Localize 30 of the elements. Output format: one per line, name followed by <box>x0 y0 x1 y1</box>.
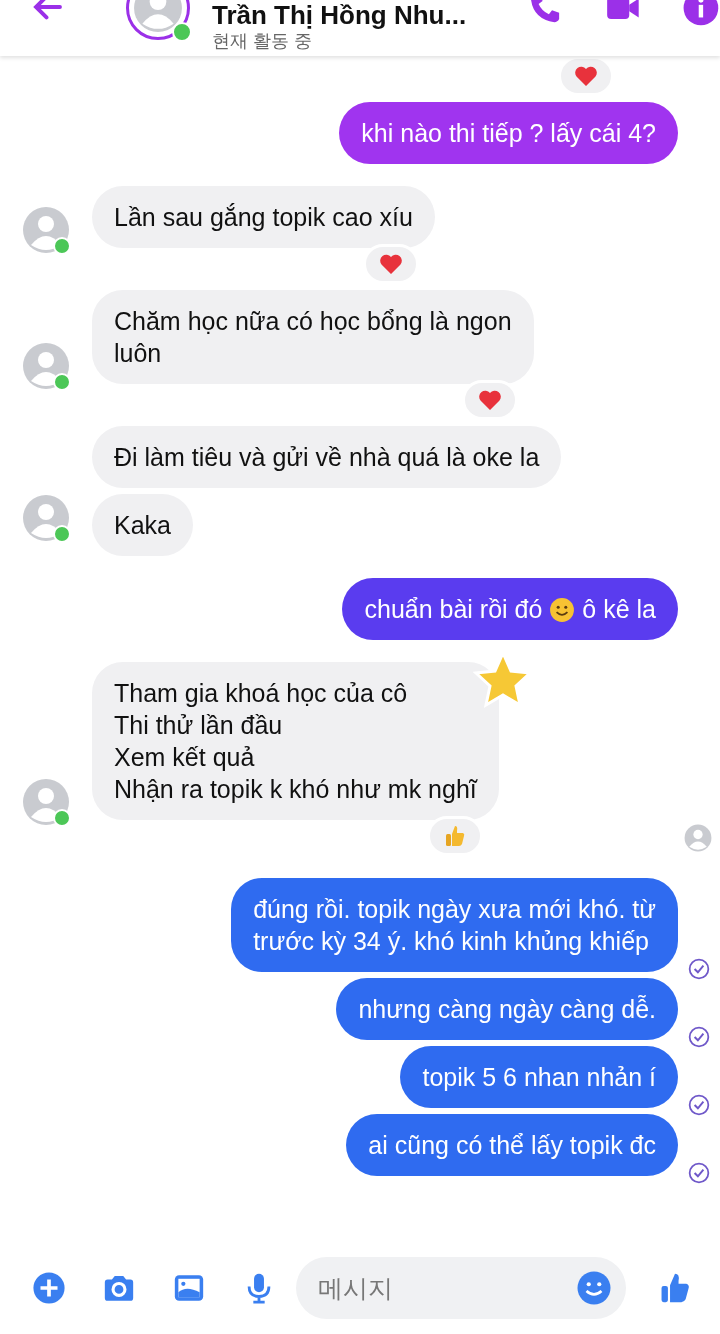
avatar-icon <box>22 778 70 826</box>
message-field[interactable]: 메시지 <box>296 1257 626 1319</box>
online-dot <box>53 809 71 827</box>
avatar-icon <box>684 824 712 852</box>
message-bubble[interactable]: Kaka <box>92 494 193 556</box>
message-bubble[interactable]: chuẩn bài rồi đó ô kê la <box>342 578 678 640</box>
message-bubble[interactable]: Lần sau gắng topik cao xíu <box>92 186 435 248</box>
message-bubble[interactable]: đúng rồi. topik ngày xưa mới khó. từ trước kỳ 34 ý. khó kinh khủng khiếp <box>231 878 678 972</box>
heart-icon <box>574 64 598 88</box>
online-dot <box>53 373 71 391</box>
contact-name: Trần Thị Hồng Nhu... <box>211 0 468 30</box>
smiley-icon <box>549 597 576 623</box>
heart-icon <box>477 388 502 412</box>
message-bubble[interactable]: ai cũng có thể lấy topik đc <box>346 1114 678 1176</box>
active-status: 현재 활동 중 <box>211 30 313 52</box>
message-bubble[interactable]: nhưng càng ngày càng dễ. <box>336 978 678 1040</box>
avatar-icon <box>22 342 70 390</box>
message-bubble[interactable]: Đi làm tiêu và gửi về nhà quá là oke la <box>92 426 562 488</box>
message-bubble[interactable]: Tham gia khoá học của cô Thi thử lần đầu Xem kết quả Nhận ra topik k khó như mk nghĩ <box>92 662 499 820</box>
message-bubble[interactable]: topik 5 6 nhan nhản í <box>400 1046 678 1108</box>
smiley-icon[interactable] <box>576 1270 612 1306</box>
online-dot <box>53 525 71 543</box>
message-bubble[interactable]: khi nào thi tiếp ? lấy cái 4? <box>339 102 678 164</box>
online-dot <box>53 237 71 255</box>
avatar-icon <box>22 206 70 254</box>
info-icon[interactable] <box>682 0 720 28</box>
message-bubble[interactable]: Chăm học nữa có học bổng là ngon luôn <box>92 290 534 384</box>
plus-icon[interactable] <box>32 1271 66 1305</box>
avatar-icon <box>22 494 70 542</box>
heart-icon <box>378 252 403 276</box>
